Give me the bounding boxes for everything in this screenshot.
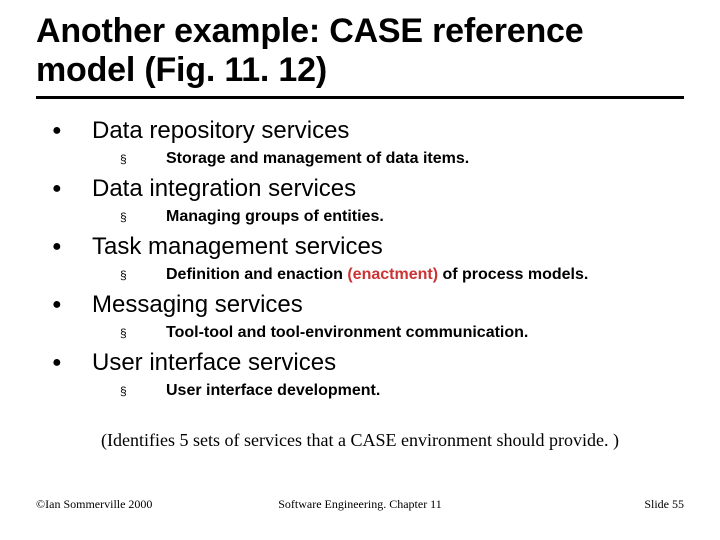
list-item: ● User interface services § User interfa… — [36, 349, 684, 401]
title-rule — [36, 96, 684, 99]
sub-suffix: of process models. — [438, 266, 588, 283]
sub-prefix: Definition and enaction — [166, 266, 347, 283]
list-level1-label: Data repository services — [92, 117, 349, 145]
list-level2-label: Managing groups of entities. — [166, 207, 384, 227]
list-level2-label: Definition and enaction (enactment) of p… — [166, 265, 588, 285]
list-level2: § Tool-tool and tool-environment communi… — [120, 323, 684, 343]
footer: ©Ian Sommerville 2000 Software Engineeri… — [36, 497, 684, 512]
bullet-lvl2-icon: § — [120, 265, 166, 285]
sub-accent: (enactment) — [347, 266, 438, 283]
slide-title: Another example: CASE reference model (F… — [36, 12, 684, 90]
list-level2: § Storage and management of data items. — [120, 149, 684, 169]
list-level2: § Managing groups of entities. — [120, 207, 684, 227]
list-item: ● Data integration services § Managing g… — [36, 175, 684, 227]
list-level2-label: User interface development. — [166, 381, 380, 401]
list-level2: § Definition and enaction (enactment) of… — [120, 265, 684, 285]
bullet-lvl1-icon: ● — [52, 233, 92, 261]
summary-note: (Identifies 5 sets of services that a CA… — [0, 430, 720, 451]
bullet-lvl1-icon: ● — [52, 291, 92, 319]
slide: Another example: CASE reference model (F… — [0, 0, 720, 540]
bullet-lvl1-icon: ● — [52, 117, 92, 145]
list-level1: ● User interface services — [52, 349, 684, 377]
bullet-lvl2-icon: § — [120, 323, 166, 343]
bullet-lvl2-icon: § — [120, 207, 166, 227]
list-level1-label: Messaging services — [92, 291, 303, 319]
list-level2: § User interface development. — [120, 381, 684, 401]
footer-center: Software Engineering. Chapter 11 — [36, 497, 684, 512]
sub-prefix: Storage and management of data items. — [166, 150, 469, 167]
list-level2-label: Storage and management of data items. — [166, 149, 469, 169]
sub-prefix: Managing groups of entities. — [166, 208, 384, 225]
list-level1: ● Messaging services — [52, 291, 684, 319]
bullet-lvl2-icon: § — [120, 149, 166, 169]
list-level1-label: Task management services — [92, 233, 383, 261]
sub-prefix: User interface development. — [166, 382, 380, 399]
list-level1: ● Data repository services — [52, 117, 684, 145]
list-level1-label: User interface services — [92, 349, 336, 377]
list-level1: ● Task management services — [52, 233, 684, 261]
list-item: ● Messaging services § Tool-tool and too… — [36, 291, 684, 343]
list-level1: ● Data integration services — [52, 175, 684, 203]
content-list: ● Data repository services § Storage and… — [36, 117, 684, 401]
bullet-lvl1-icon: ● — [52, 349, 92, 377]
list-level2-label: Tool-tool and tool-environment communica… — [166, 323, 528, 343]
list-item: ● Task management services § Definition … — [36, 233, 684, 285]
list-item: ● Data repository services § Storage and… — [36, 117, 684, 169]
bullet-lvl1-icon: ● — [52, 175, 92, 203]
list-level1-label: Data integration services — [92, 175, 356, 203]
bullet-lvl2-icon: § — [120, 381, 166, 401]
sub-prefix: Tool-tool and tool-environment communica… — [166, 324, 528, 341]
